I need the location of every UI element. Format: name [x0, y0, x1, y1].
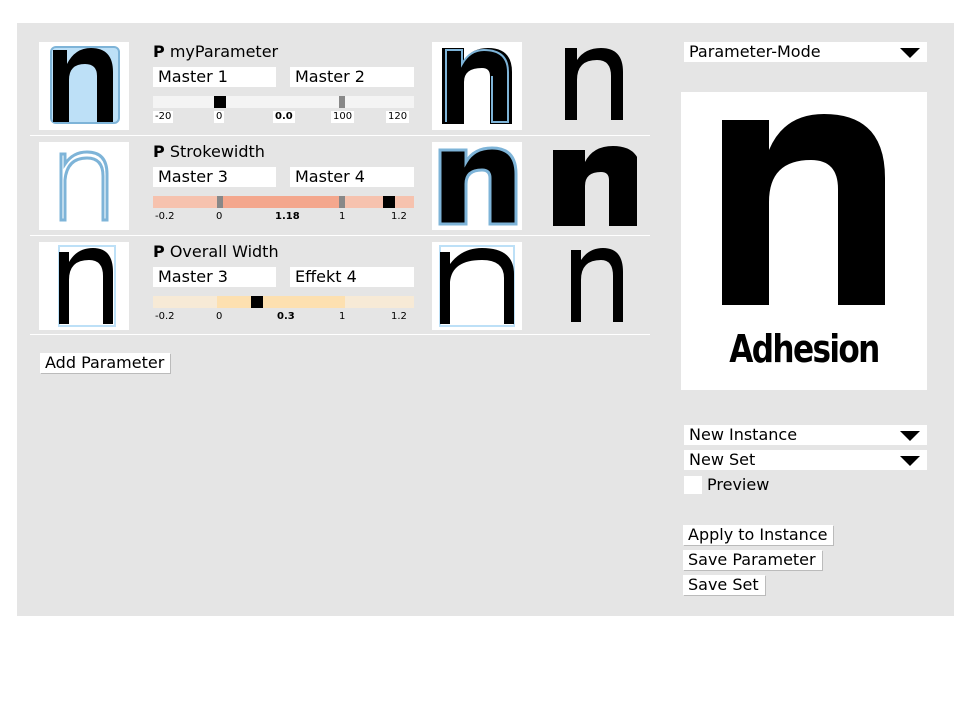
row-separator	[30, 135, 650, 136]
slider-range	[217, 296, 345, 308]
apply-to-instance-button[interactable]: Apply to Instance	[683, 525, 834, 545]
glyph-preview-result-2	[547, 142, 637, 230]
parameter-title: P Overall Width	[153, 242, 279, 261]
preview-glyph-n	[722, 114, 885, 305]
tick-label-current: 0.0	[273, 111, 295, 123]
master-a-field[interactable]: Master 1	[153, 67, 276, 87]
tick-label-current: 1.18	[275, 211, 300, 222]
slider-knob[interactable]	[383, 196, 395, 208]
parameter-slider[interactable]	[153, 96, 414, 108]
tick-label: -0.2	[155, 311, 175, 322]
master-b-field[interactable]: Effekt 4	[290, 267, 414, 287]
glyph-thumbnail-effect-4[interactable]	[432, 242, 522, 330]
tick-label: 1	[339, 211, 346, 222]
tick-label: -20	[153, 111, 174, 123]
save-parameter-button[interactable]: Save Parameter	[683, 550, 822, 570]
slider-range	[217, 196, 345, 208]
set-dropdown[interactable]: New Set	[684, 450, 927, 470]
parameter-slider[interactable]	[153, 296, 414, 308]
instance-preview: Adhesion	[681, 92, 927, 390]
tick-label-current: 0.3	[277, 311, 295, 322]
master-a-field[interactable]: Master 3	[153, 267, 276, 287]
tick-label: 0	[214, 111, 225, 123]
master-a-field[interactable]: Master 3	[153, 167, 276, 187]
row-separator	[30, 334, 650, 335]
tick-label: 0	[216, 311, 223, 322]
slider-knob[interactable]	[214, 96, 226, 108]
slider-knob[interactable]	[251, 296, 263, 308]
tick-label: 100	[331, 111, 355, 123]
row-separator	[30, 235, 650, 236]
tick-label: 1.2	[391, 211, 407, 222]
dropdown-arrow-icon	[900, 431, 920, 441]
master-b-marker	[339, 96, 345, 108]
glyph-preview-result-1	[547, 42, 637, 130]
tick-label: 0	[216, 211, 223, 222]
glyph-thumbnail-master-3[interactable]	[39, 142, 129, 230]
instance-dropdown-label: New Instance	[689, 425, 798, 444]
preview-checkbox[interactable]	[684, 476, 702, 494]
tick-label: -0.2	[155, 211, 175, 222]
master-b-marker	[339, 196, 345, 208]
master-b-field[interactable]: Master 2	[290, 67, 414, 87]
glyph-thumbnail-master-4[interactable]	[432, 142, 522, 230]
preview-checkbox-label: Preview	[707, 475, 770, 494]
set-dropdown-label: New Set	[689, 450, 756, 469]
glyph-thumbnail-master-1[interactable]	[39, 42, 129, 130]
add-parameter-button[interactable]: Add Parameter	[40, 353, 171, 373]
preview-name: Adhesion	[729, 327, 880, 371]
master-a-marker	[217, 196, 223, 208]
glyph-thumbnail-master-2[interactable]	[432, 42, 522, 130]
parameter-title: P myParameter	[153, 42, 279, 61]
glyph-thumbnail-master-3b[interactable]	[39, 242, 129, 330]
editor-panel: P myParameter Master 1 Master 2 -20 0 0.…	[17, 23, 954, 616]
save-set-button[interactable]: Save Set	[683, 575, 765, 595]
master-b-field[interactable]: Master 4	[290, 167, 414, 187]
dropdown-arrow-icon	[900, 48, 920, 58]
glyph-preview-result-3	[547, 242, 637, 330]
tick-label: 1.2	[391, 311, 407, 322]
dropdown-arrow-icon	[900, 456, 920, 466]
mode-dropdown-label: Parameter-Mode	[689, 42, 821, 61]
mode-dropdown[interactable]: Parameter-Mode	[684, 42, 927, 62]
parameter-slider[interactable]	[153, 196, 414, 208]
parameter-title: P Strokewidth	[153, 142, 265, 161]
tick-label: 1	[339, 311, 346, 322]
tick-label: 120	[386, 111, 410, 123]
instance-dropdown[interactable]: New Instance	[684, 425, 927, 445]
